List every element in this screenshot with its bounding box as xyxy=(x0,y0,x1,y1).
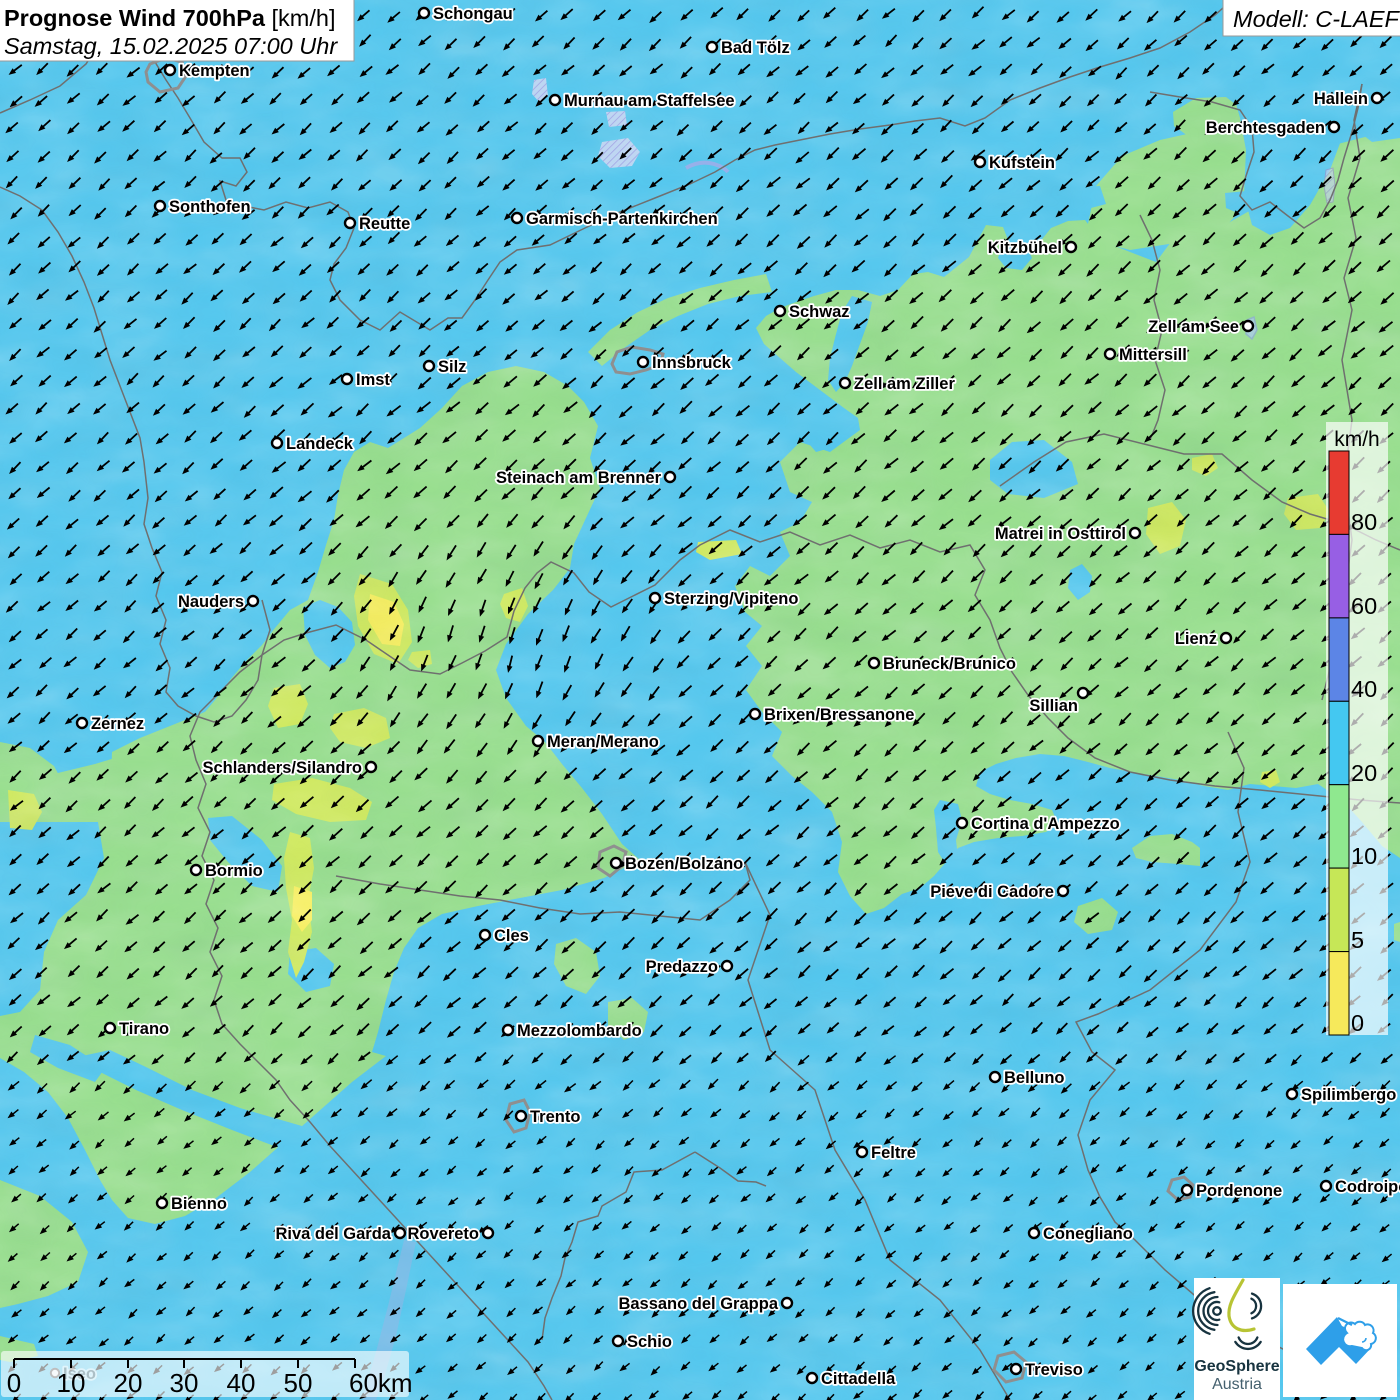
svg-text:Cittadella: Cittadella xyxy=(821,1370,896,1388)
svg-text:Cortina d'Ampezzo: Cortina d'Ampezzo xyxy=(971,815,1120,833)
svg-text:Imst: Imst xyxy=(356,371,390,389)
svg-text:Hallein: Hallein xyxy=(1314,90,1368,108)
svg-text:GeoSphere: GeoSphere xyxy=(1194,1358,1279,1375)
svg-text:Rovereto: Rovereto xyxy=(407,1225,479,1243)
svg-text:5: 5 xyxy=(1351,927,1364,953)
svg-text:Modell: C-LAEF: Modell: C-LAEF xyxy=(1233,6,1400,32)
svg-text:Tirano: Tirano xyxy=(119,1020,169,1038)
svg-text:Kufstein: Kufstein xyxy=(989,154,1055,172)
svg-text:Garmisch-Partenkirchen: Garmisch-Partenkirchen xyxy=(526,210,718,228)
svg-text:Spilimbergo: Spilimbergo xyxy=(1301,1086,1396,1104)
svg-text:Cles: Cles xyxy=(494,927,529,945)
svg-text:Schlanders/Silandro: Schlanders/Silandro xyxy=(202,759,362,777)
svg-text:Sonthofen: Sonthofen xyxy=(169,198,251,216)
svg-text:20: 20 xyxy=(1351,760,1377,786)
svg-text:Murnau am Staffelsee: Murnau am Staffelsee xyxy=(564,92,735,110)
svg-text:60: 60 xyxy=(1351,593,1377,619)
svg-text:Kitzbühel: Kitzbühel xyxy=(988,239,1062,257)
svg-text:10: 10 xyxy=(57,1368,86,1398)
svg-text:Bienno: Bienno xyxy=(171,1195,227,1213)
svg-text:Schwaz: Schwaz xyxy=(789,303,850,321)
svg-text:Samstag, 15.02.2025 07:00 Uhr: Samstag, 15.02.2025 07:00 Uhr xyxy=(4,33,338,59)
svg-text:Treviso: Treviso xyxy=(1025,1361,1083,1379)
svg-text:Meran/Merano: Meran/Merano xyxy=(547,733,659,751)
svg-text:10: 10 xyxy=(1351,843,1377,869)
svg-text:40: 40 xyxy=(1351,676,1377,702)
svg-text:0: 0 xyxy=(7,1368,21,1398)
svg-text:Belluno: Belluno xyxy=(1004,1069,1065,1087)
svg-text:80: 80 xyxy=(1351,509,1377,535)
svg-text:km/h: km/h xyxy=(1334,428,1380,451)
svg-text:30: 30 xyxy=(170,1368,199,1398)
svg-text:Trento: Trento xyxy=(530,1108,580,1126)
svg-text:40: 40 xyxy=(227,1368,256,1398)
svg-text:20: 20 xyxy=(114,1368,143,1398)
svg-text:Bozen/Bolzano: Bozen/Bolzano xyxy=(625,855,743,873)
svg-text:Schongau: Schongau xyxy=(433,5,513,23)
svg-text:Zell am Ziller: Zell am Ziller xyxy=(854,375,955,393)
svg-text:Bassano del Grappa: Bassano del Grappa xyxy=(618,1295,778,1313)
svg-text:Zernez: Zernez xyxy=(91,715,144,733)
svg-text:Berchtesgaden: Berchtesgaden xyxy=(1206,119,1325,137)
svg-text:Innsbruck: Innsbruck xyxy=(652,354,732,372)
svg-text:Kempten: Kempten xyxy=(179,62,250,80)
svg-text:Predazzo: Predazzo xyxy=(646,958,718,976)
svg-text:Bruneck/Brunico: Bruneck/Brunico xyxy=(883,655,1016,673)
svg-text:Sillian: Sillian xyxy=(1029,697,1078,715)
svg-text:Sterzing/Vipiteno: Sterzing/Vipiteno xyxy=(664,590,798,608)
svg-text:Matrei in Osttirol: Matrei in Osttirol xyxy=(995,525,1126,543)
svg-text:Austria: Austria xyxy=(1212,1376,1262,1393)
svg-text:Prognose Wind 700hPa [km/h]: Prognose Wind 700hPa [km/h] xyxy=(4,5,335,31)
svg-text:Bad Tölz: Bad Tölz xyxy=(721,39,790,57)
svg-text:Riva del Garda: Riva del Garda xyxy=(275,1225,391,1243)
svg-text:Schio: Schio xyxy=(627,1333,672,1351)
svg-text:Pordenone: Pordenone xyxy=(1196,1182,1282,1200)
svg-text:Brixen/Bressanone: Brixen/Bressanone xyxy=(764,706,914,724)
svg-text:Reutte: Reutte xyxy=(359,215,410,233)
svg-text:60km: 60km xyxy=(349,1368,413,1398)
svg-text:Zell am See: Zell am See xyxy=(1148,318,1239,336)
svg-text:Nauders: Nauders xyxy=(178,593,244,611)
svg-text:0: 0 xyxy=(1351,1010,1364,1036)
svg-text:50: 50 xyxy=(284,1368,313,1398)
svg-text:Conegliano: Conegliano xyxy=(1043,1225,1133,1243)
svg-text:Steinach am Brenner: Steinach am Brenner xyxy=(496,469,662,487)
svg-text:Landeck: Landeck xyxy=(286,435,354,453)
svg-text:Mittersill: Mittersill xyxy=(1119,346,1187,364)
svg-text:Codroipo: Codroipo xyxy=(1335,1178,1400,1196)
svg-text:Silz: Silz xyxy=(438,358,466,376)
svg-text:Pieve di Cadore: Pieve di Cadore xyxy=(930,883,1054,901)
svg-text:Feltre: Feltre xyxy=(871,1144,916,1162)
svg-text:Lienz: Lienz xyxy=(1175,630,1217,648)
svg-text:Bormio: Bormio xyxy=(205,862,263,880)
svg-text:Mezzolombardo: Mezzolombardo xyxy=(517,1022,642,1040)
